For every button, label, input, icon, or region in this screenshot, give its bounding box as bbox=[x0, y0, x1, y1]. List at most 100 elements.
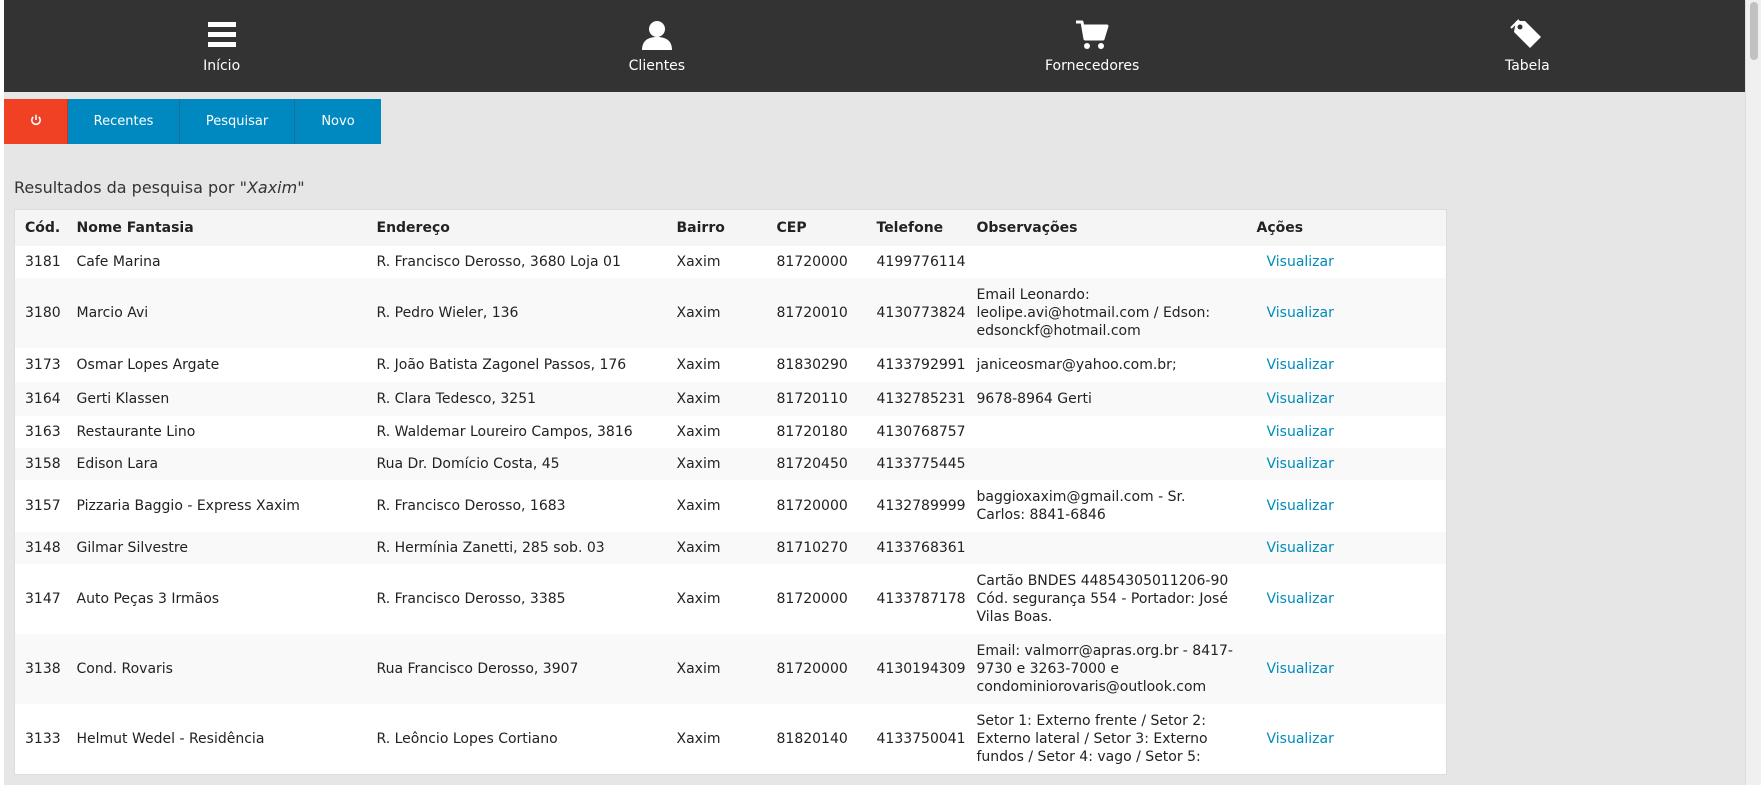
visualizar-link[interactable]: Visualizar bbox=[1257, 661, 1334, 677]
cell-bairro: Xaxim bbox=[666, 703, 767, 774]
visualizar-link[interactable]: Visualizar bbox=[1257, 456, 1334, 472]
menu-icon bbox=[204, 18, 240, 52]
table-row: 3181 Cafe Marina R. Francisco Derosso, 368… bbox=[14, 245, 1447, 278]
results-prefix: Resultados da pesquisa por " bbox=[14, 178, 247, 197]
results-heading: Resultados da pesquisa por "Xaxim" bbox=[14, 178, 305, 197]
visualizar-link[interactable]: Visualizar bbox=[1257, 391, 1334, 407]
cell-nome-fantasia: Gilmar Silvestre bbox=[66, 531, 367, 564]
cell-bairro: Xaxim bbox=[666, 563, 767, 634]
cell-endereco: R. Francisco Derosso, 1683 bbox=[366, 479, 667, 532]
cell-bairro: Xaxim bbox=[666, 479, 767, 532]
cell-telefone: 4130773824 bbox=[866, 277, 967, 348]
nav-label-fornecedores: Fornecedores bbox=[1045, 58, 1140, 74]
cell-acoes: Visualizar bbox=[1246, 415, 1447, 448]
cell-acoes: Visualizar bbox=[1246, 633, 1447, 704]
cell-observacoes: Setor 1: Externo frente / Setor 2: Exter… bbox=[966, 703, 1247, 774]
table-row: 3173 Osmar Lopes Argate R. João Batista Za… bbox=[14, 347, 1447, 382]
header-endereco: Endereço bbox=[366, 209, 667, 246]
cell-telefone: 4133775445 bbox=[866, 447, 967, 480]
header-cep: CEP bbox=[766, 209, 867, 246]
nav-item-clientes[interactable]: Clientes bbox=[439, 0, 874, 92]
cell-telefone: 4133750041 bbox=[866, 703, 967, 774]
cell-bairro: Xaxim bbox=[666, 277, 767, 348]
cell-endereco: R. Leôncio Lopes Cortiano bbox=[366, 703, 667, 774]
cell-telefone: 4130768757 bbox=[866, 415, 967, 448]
cell-nome-fantasia: Marcio Avi bbox=[66, 277, 367, 348]
visualizar-link[interactable]: Visualizar bbox=[1257, 731, 1334, 747]
recentes-button[interactable]: Recentes bbox=[68, 99, 180, 144]
cell-endereco: R. Francisco Derosso, 3680 Loja 01 bbox=[366, 245, 667, 278]
nav-label-inicio: Início bbox=[203, 58, 241, 74]
cell-endereco: R. Pedro Wieler, 136 bbox=[366, 277, 667, 348]
table-row: 3163 Restaurante Lino R. Waldemar Loureiro… bbox=[14, 415, 1447, 448]
power-icon bbox=[30, 114, 42, 130]
cell-nome-fantasia: Pizzaria Baggio - Express Xaxim bbox=[66, 479, 367, 532]
cell-cod: 3133 bbox=[14, 703, 67, 774]
cell-cep: 81720180 bbox=[766, 415, 867, 448]
vertical-scrollbar[interactable] bbox=[1745, 0, 1761, 785]
cell-cod: 3147 bbox=[14, 563, 67, 634]
cell-observacoes: Email Leonardo: leolipe.avi@hotmail.com … bbox=[966, 277, 1247, 348]
cell-acoes: Visualizar bbox=[1246, 347, 1447, 382]
cell-endereco: Rua Francisco Derosso, 3907 bbox=[366, 633, 667, 704]
visualizar-link[interactable]: Visualizar bbox=[1257, 591, 1334, 607]
nav-item-tabela[interactable]: Tabela bbox=[1310, 0, 1745, 92]
cell-observacoes bbox=[966, 245, 1247, 278]
header-acoes: Ações bbox=[1246, 209, 1447, 246]
cell-cep: 81720110 bbox=[766, 381, 867, 416]
visualizar-link[interactable]: Visualizar bbox=[1257, 424, 1334, 440]
cell-cod: 3181 bbox=[14, 245, 67, 278]
cell-cep: 81720000 bbox=[766, 563, 867, 634]
cell-cep: 81720450 bbox=[766, 447, 867, 480]
search-query: Xaxim bbox=[246, 178, 298, 197]
nav-label-clientes: Clientes bbox=[628, 58, 686, 74]
cell-telefone: 4199776114 bbox=[866, 245, 967, 278]
table-row: 3133 Helmut Wedel - Residência R. Leôncio … bbox=[14, 703, 1447, 774]
cell-telefone: 4133792991 bbox=[866, 347, 967, 382]
cell-cod: 3173 bbox=[14, 347, 67, 382]
pesquisar-button[interactable]: Pesquisar bbox=[180, 99, 295, 144]
cell-bairro: Xaxim bbox=[666, 415, 767, 448]
cell-acoes: Visualizar bbox=[1246, 531, 1447, 564]
table-row: 3147 Auto Peças 3 Irmãos R. Francisco Dero… bbox=[14, 563, 1447, 634]
cell-observacoes: janiceosmar@yahoo.com.br; bbox=[966, 347, 1247, 382]
cell-nome-fantasia: Edison Lara bbox=[66, 447, 367, 480]
visualizar-link[interactable]: Visualizar bbox=[1257, 305, 1334, 321]
cell-telefone: 4132789999 bbox=[866, 479, 967, 532]
cell-bairro: Xaxim bbox=[666, 245, 767, 278]
visualizar-link[interactable]: Visualizar bbox=[1257, 357, 1334, 373]
table-row: 3180 Marcio Avi R. Pedro Wieler, 136 Xaxim 8… bbox=[14, 277, 1447, 348]
cell-observacoes bbox=[966, 415, 1247, 448]
cell-cod: 3180 bbox=[14, 277, 67, 348]
cell-acoes: Visualizar bbox=[1246, 563, 1447, 634]
cell-cod: 3138 bbox=[14, 633, 67, 704]
table-header-row: Cód. Nome Fantasia Endereço Bairro CEP Telefo… bbox=[14, 209, 1447, 246]
power-button[interactable] bbox=[4, 99, 68, 144]
nav-item-fornecedores[interactable]: Fornecedores bbox=[875, 0, 1310, 92]
header-bairro: Bairro bbox=[666, 209, 767, 246]
novo-button[interactable]: Novo bbox=[295, 99, 381, 144]
cell-bairro: Xaxim bbox=[666, 447, 767, 480]
table-row: 3158 Edison Lara Rua Dr. Domício Costa, 45… bbox=[14, 447, 1447, 480]
scrollbar-thumb[interactable] bbox=[1750, 2, 1758, 60]
visualizar-link[interactable]: Visualizar bbox=[1257, 254, 1334, 270]
cell-acoes: Visualizar bbox=[1246, 245, 1447, 278]
visualizar-link[interactable]: Visualizar bbox=[1257, 498, 1334, 514]
cell-bairro: Xaxim bbox=[666, 347, 767, 382]
cell-endereco: Rua Dr. Domício Costa, 45 bbox=[366, 447, 667, 480]
cell-bairro: Xaxim bbox=[666, 531, 767, 564]
nav-item-inicio[interactable]: Início bbox=[4, 0, 439, 92]
cell-observacoes bbox=[966, 447, 1247, 480]
header-telefone: Telefone bbox=[866, 209, 967, 246]
cell-acoes: Visualizar bbox=[1246, 479, 1447, 532]
cell-nome-fantasia: Gerti Klassen bbox=[66, 381, 367, 416]
cell-telefone: 4133768361 bbox=[866, 531, 967, 564]
header-nome-fantasia: Nome Fantasia bbox=[66, 209, 367, 246]
visualizar-link[interactable]: Visualizar bbox=[1257, 540, 1334, 556]
cell-endereco: R. João Batista Zagonel Passos, 176 bbox=[366, 347, 667, 382]
cell-cod: 3163 bbox=[14, 415, 67, 448]
cell-cep: 81830290 bbox=[766, 347, 867, 382]
cell-acoes: Visualizar bbox=[1246, 381, 1447, 416]
cell-endereco: R. Waldemar Loureiro Campos, 3816 bbox=[366, 415, 667, 448]
cell-acoes: Visualizar bbox=[1246, 277, 1447, 348]
